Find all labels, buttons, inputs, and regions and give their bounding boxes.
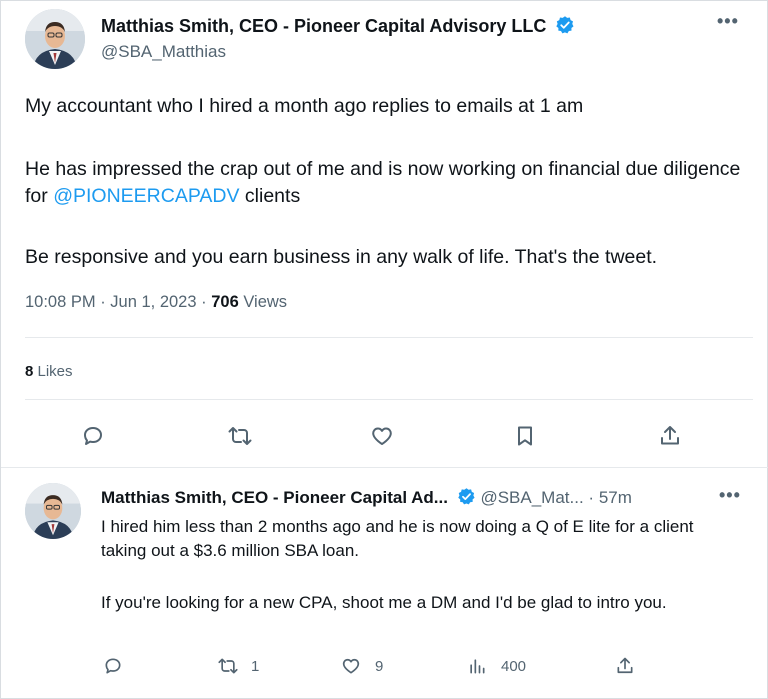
reply-icon bbox=[84, 427, 102, 445]
more-options-icon[interactable]: ••• bbox=[717, 11, 739, 32]
avatar-image bbox=[25, 483, 81, 539]
tweet-date[interactable]: Jun 1, 2023 bbox=[110, 293, 196, 311]
divider bbox=[25, 337, 753, 338]
views-button[interactable]: 400 bbox=[467, 656, 526, 676]
share-icon bbox=[617, 657, 633, 674]
reply-header: Matthias Smith, CEO - Pioneer Capital Ad… bbox=[101, 487, 632, 508]
author-handle[interactable]: @SBA_Mat... bbox=[480, 488, 583, 507]
analytics-icon bbox=[470, 659, 485, 674]
like-button[interactable] bbox=[370, 424, 394, 448]
views-count: 400 bbox=[501, 657, 527, 675]
tweet-meta: 10:08 PM · Jun 1, 2023 · 706 Views bbox=[25, 293, 287, 312]
reply-button[interactable] bbox=[103, 656, 123, 676]
bookmark-button[interactable] bbox=[513, 424, 537, 448]
likes-row[interactable]: 8 Likes bbox=[25, 363, 73, 380]
tweet-paragraph: Be responsive and you earn business in a… bbox=[25, 246, 658, 268]
views-label: Views bbox=[238, 293, 288, 311]
heart-icon bbox=[372, 427, 392, 445]
section-divider bbox=[1, 467, 768, 468]
avatar[interactable] bbox=[25, 483, 81, 539]
reply-icon bbox=[105, 658, 121, 674]
reply-time[interactable]: 57m bbox=[599, 488, 632, 507]
reply-button[interactable] bbox=[81, 424, 105, 448]
bookmark-icon bbox=[518, 426, 532, 446]
divider bbox=[25, 399, 753, 400]
retweet-button[interactable] bbox=[227, 424, 253, 448]
avatar[interactable] bbox=[25, 9, 85, 69]
heart-icon bbox=[342, 658, 360, 674]
like-button[interactable]: 9 bbox=[341, 656, 383, 676]
main-tweet[interactable]: Matthias Smith, CEO - Pioneer Capital Ad… bbox=[1, 1, 768, 467]
tweet-paragraph: He has impressed the crap out of me and … bbox=[25, 156, 755, 210]
likes-label: Likes bbox=[33, 363, 73, 380]
retweet-icon bbox=[218, 658, 238, 674]
share-button[interactable] bbox=[615, 656, 635, 676]
mention-link[interactable]: @PIONEERCAPADV bbox=[53, 185, 239, 207]
retweet-button[interactable]: 1 bbox=[217, 656, 259, 676]
share-icon bbox=[661, 426, 679, 445]
paragraph-text: clients bbox=[239, 185, 301, 207]
meta-separator: · bbox=[95, 293, 111, 311]
tweet-paragraph: My accountant who I hired a month ago re… bbox=[25, 95, 584, 117]
tweet-time[interactable]: 10:08 PM bbox=[25, 293, 96, 311]
reply-paragraph: I hired him less than 2 months ago and h… bbox=[101, 517, 694, 560]
more-options-icon[interactable]: ••• bbox=[719, 485, 741, 506]
author-name-text: Matthias Smith, CEO - Pioneer Capital Ad… bbox=[101, 16, 547, 36]
meta-separator: · bbox=[583, 488, 599, 507]
tweet-thread: Matthias Smith, CEO - Pioneer Capital Ad… bbox=[0, 0, 768, 699]
meta-separator: · bbox=[196, 293, 212, 311]
views-count: 706 bbox=[211, 293, 239, 311]
reply-paragraph: If you're looking for a new CPA, shoot m… bbox=[101, 593, 667, 612]
author-handle[interactable]: @SBA_Matthias bbox=[101, 42, 226, 62]
verified-badge-icon bbox=[556, 16, 574, 34]
retweet-icon bbox=[228, 427, 252, 445]
like-count: 9 bbox=[375, 657, 384, 675]
avatar-image bbox=[25, 9, 85, 69]
author-name[interactable]: Matthias Smith, CEO - Pioneer Capital Ad… bbox=[101, 488, 448, 507]
share-button[interactable] bbox=[658, 424, 682, 448]
verified-badge-icon bbox=[457, 488, 475, 505]
author-name[interactable]: Matthias Smith, CEO - Pioneer Capital Ad… bbox=[101, 15, 575, 37]
retweet-count: 1 bbox=[251, 657, 260, 675]
